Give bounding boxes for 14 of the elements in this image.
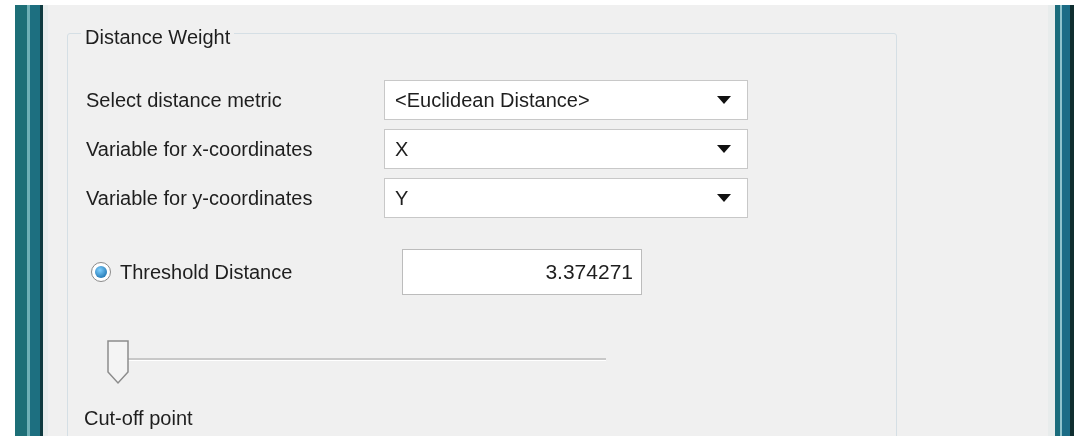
dropdown[interactable]: <Euclidean Distance> <box>384 80 748 120</box>
radio-label: Threshold Distance <box>120 260 294 285</box>
caret-icon <box>717 96 731 104</box>
dropdown[interactable]: Y <box>384 178 748 218</box>
slider-thumb[interactable] <box>106 339 130 385</box>
radio-button[interactable] <box>91 262 111 282</box>
dropdown[interactable]: X <box>384 129 748 169</box>
field-label: Variable for y-coordinates <box>86 186 314 211</box>
caret-icon <box>717 145 731 153</box>
caret-icon <box>717 194 731 202</box>
field-label: Variable for x-coordinates <box>86 137 314 162</box>
slider-label: Cut-off point <box>84 406 193 431</box>
threshold-field[interactable]: 3.374271 <box>402 249 642 295</box>
field-label: Select distance metric <box>86 88 283 113</box>
